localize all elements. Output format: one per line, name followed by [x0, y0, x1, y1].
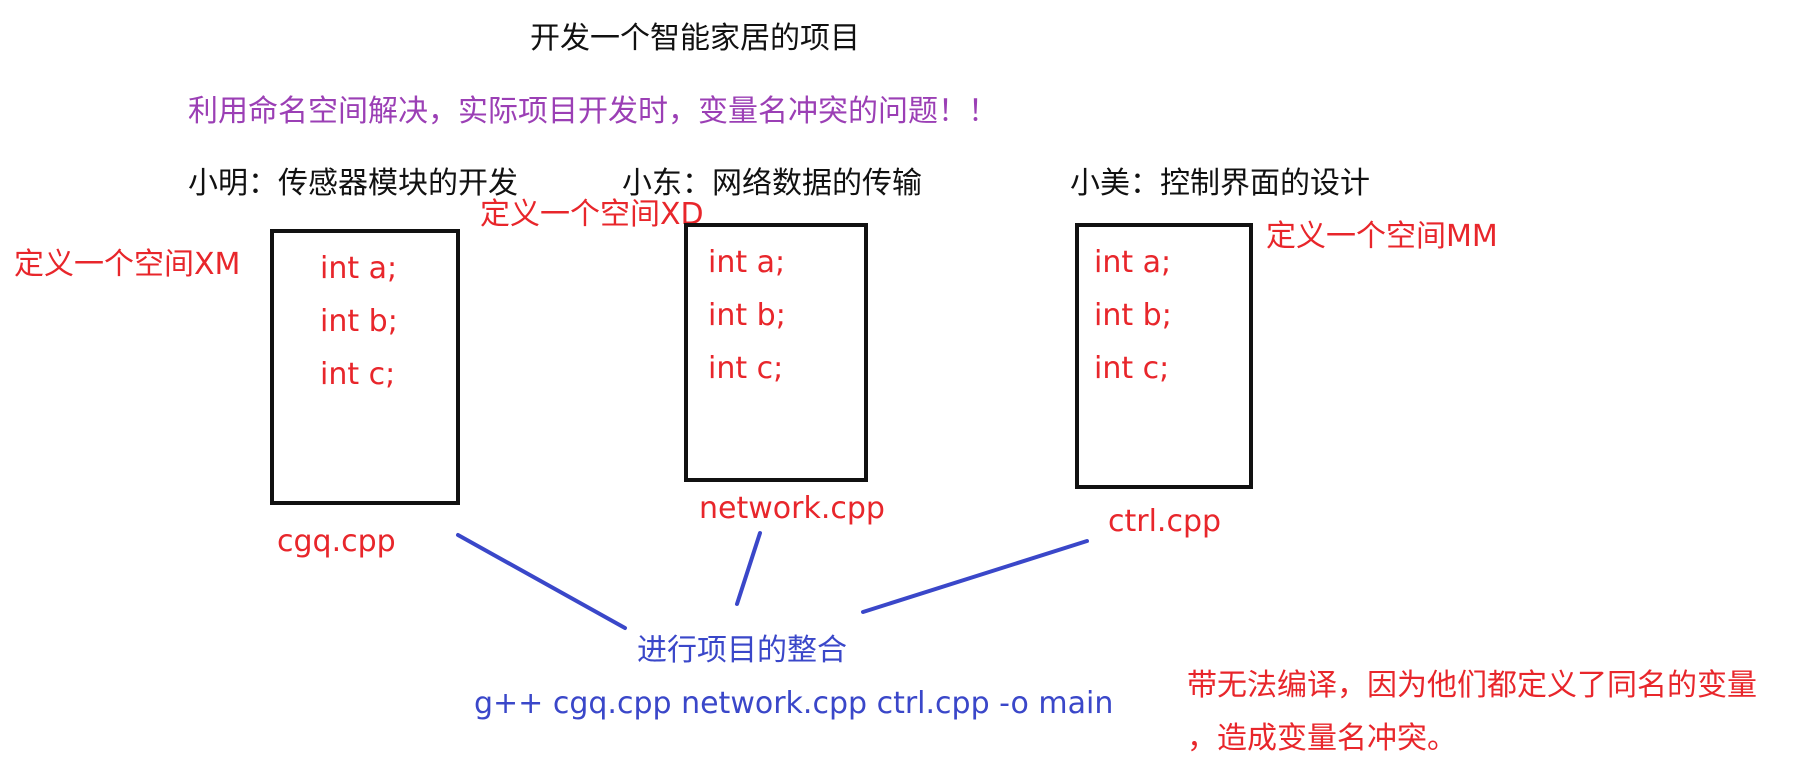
diagram-canvas: 开发一个智能家居的项目 利用命名空间解决，实际项目开发时，变量名冲突的问题！！ … — [0, 0, 1803, 776]
error-note-line1: 带无法编译，因为他们都定义了同名的变量 — [1187, 668, 1757, 703]
compile-command: g++ cgq.cpp network.cpp ctrl.cpp -o main — [474, 686, 1114, 721]
error-note-line2: ，造成变量名冲突。 — [1187, 721, 1457, 756]
connector-lines — [456, 531, 1089, 630]
connector-line-ctrl — [861, 539, 1089, 614]
connector-line-network — [735, 531, 762, 606]
connector-line-cgq — [456, 533, 627, 630]
merge-label: 进行项目的整合 — [637, 633, 847, 668]
